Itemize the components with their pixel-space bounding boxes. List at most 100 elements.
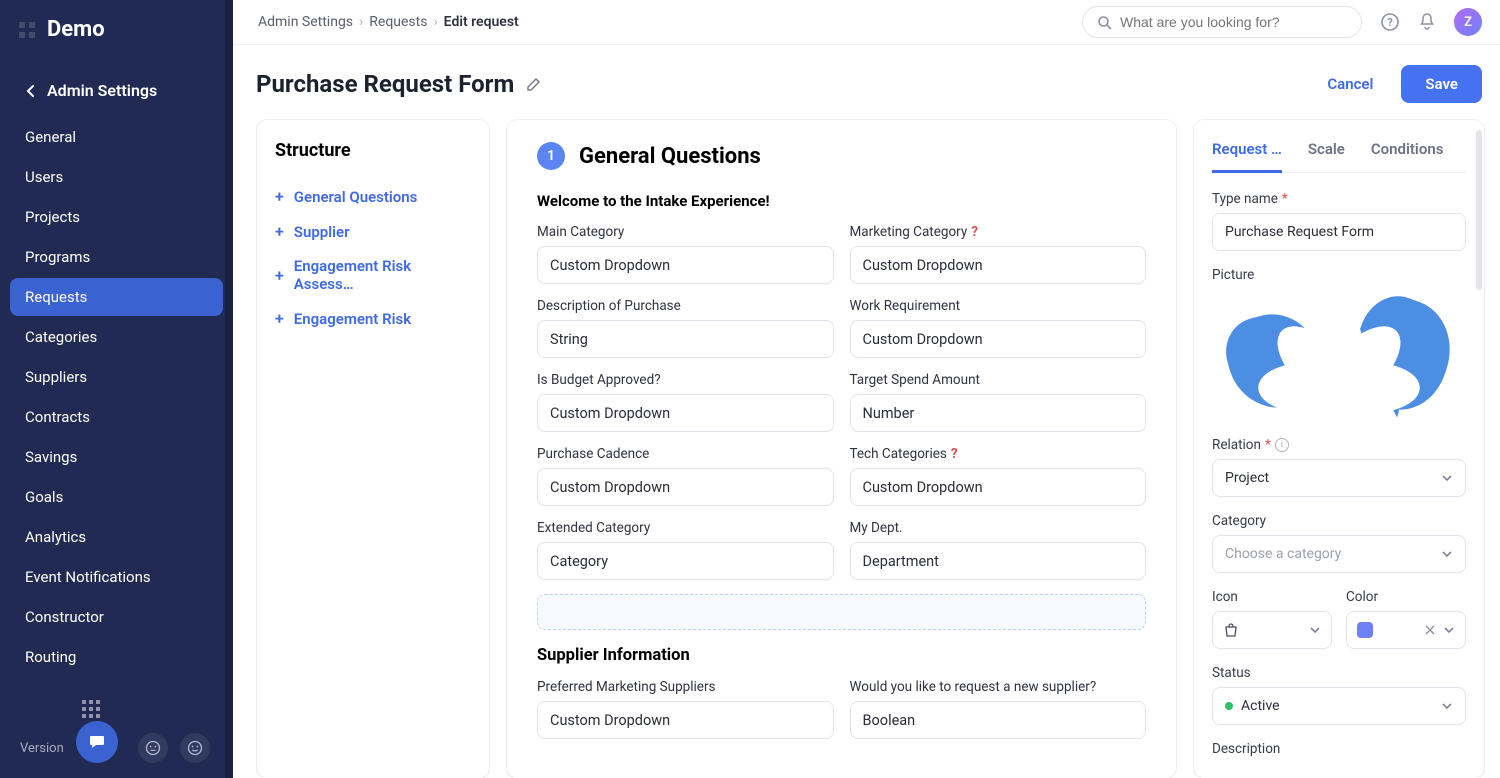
icon-select[interactable] [1212, 611, 1332, 649]
structure-item[interactable]: +Engagement Risk [275, 301, 471, 336]
field-value[interactable]: Custom Dropdown [850, 246, 1147, 284]
form-field[interactable]: Extended Category Category [537, 520, 834, 580]
relation-select[interactable]: Project [1212, 459, 1466, 497]
field-value[interactable]: Custom Dropdown [537, 394, 834, 432]
info-icon[interactable]: i [1275, 438, 1289, 452]
svg-text:?: ? [1387, 16, 1393, 29]
apps-grid-icon[interactable] [82, 700, 100, 718]
field-value[interactable]: Custom Dropdown [537, 468, 834, 506]
properties-panel: Request …ScaleConditions Type name* Purc… [1194, 120, 1484, 778]
chevron-down-icon [1443, 626, 1455, 634]
description-label: Description [1212, 741, 1280, 757]
emoji-neutral-icon[interactable] [138, 733, 168, 763]
field-value[interactable]: Custom Dropdown [850, 320, 1147, 358]
structure-item[interactable]: +General Questions [275, 179, 471, 214]
field-label-text: Work Requirement [850, 298, 961, 314]
sidebar-item-suppliers[interactable]: Suppliers [10, 358, 223, 396]
avatar[interactable]: Z [1454, 8, 1482, 36]
field-label-text: Extended Category [537, 520, 650, 536]
form-field[interactable]: Preferred Marketing SuppliersCustom Drop… [537, 679, 834, 739]
sidebar-item-event-notifications[interactable]: Event Notifications [10, 558, 223, 596]
picture-preview[interactable] [1212, 289, 1466, 421]
field-value[interactable]: Custom Dropdown [850, 468, 1147, 506]
logo-icon [17, 20, 37, 40]
structure-item[interactable]: +Engagement Risk Assess… [275, 249, 471, 301]
sidebar-item-routing[interactable]: Routing [10, 638, 223, 676]
field-value[interactable]: Custom Dropdown [537, 246, 834, 284]
sidebar-item-import[interactable]: Import [10, 678, 223, 690]
logo-text: Demo [47, 17, 105, 42]
chevron-left-icon [25, 84, 35, 98]
field-value[interactable]: Number [850, 394, 1147, 432]
breadcrumb-requests[interactable]: Requests [369, 14, 427, 30]
clear-icon[interactable] [1425, 625, 1435, 635]
structure-item[interactable]: +Supplier [275, 214, 471, 249]
relation-label: Relation [1212, 437, 1261, 453]
sidebar-item-goals[interactable]: Goals [10, 478, 223, 516]
section-badge: 1 [537, 142, 565, 170]
form-field[interactable]: Marketing Category?Custom Dropdown [850, 224, 1147, 284]
sidebar-item-categories[interactable]: Categories [10, 318, 223, 356]
structure-title: Structure [275, 140, 471, 161]
form-field[interactable]: Description of PurchaseString [537, 298, 834, 358]
help-icon[interactable]: ? [1380, 12, 1400, 32]
form-field[interactable]: My Dept.Department [850, 520, 1147, 580]
chevron-right-icon: › [359, 14, 363, 30]
form-field[interactable]: Would you like to request a new supplier… [850, 679, 1147, 739]
field-label-text: Would you like to request a new supplier… [850, 679, 1097, 695]
chevron-down-icon [1441, 550, 1453, 558]
tab-conditions[interactable]: Conditions [1371, 134, 1444, 172]
sidebar-item-general[interactable]: General [10, 118, 223, 156]
tab-scale[interactable]: Scale [1308, 134, 1345, 172]
breadcrumb-admin[interactable]: Admin Settings [258, 14, 353, 30]
field-label-text: Target Spend Amount [850, 372, 980, 388]
search-box[interactable] [1082, 6, 1362, 38]
field-value[interactable]: Department [850, 542, 1147, 580]
field-value[interactable]: String [537, 320, 834, 358]
sidebar-item-analytics[interactable]: Analytics [10, 518, 223, 556]
sidebar-item-programs[interactable]: Programs [10, 238, 223, 276]
cancel-button[interactable]: Cancel [1309, 65, 1391, 103]
sidebar-item-requests[interactable]: Requests [10, 278, 223, 316]
sidebar-item-users[interactable]: Users [10, 158, 223, 196]
sidebar-item-savings[interactable]: Savings [10, 438, 223, 476]
sidebar-item-constructor[interactable]: Constructor [10, 598, 223, 636]
logo[interactable]: Demo [0, 0, 233, 59]
form-field[interactable]: Tech Categories? Custom Dropdown [850, 446, 1147, 506]
edit-icon[interactable] [526, 76, 542, 92]
color-select[interactable] [1346, 611, 1466, 649]
category-select[interactable]: Choose a category [1212, 535, 1466, 573]
form-field[interactable]: Main CategoryCustom Dropdown [537, 224, 834, 284]
structure-panel: Structure +General Questions+Supplier+En… [257, 120, 489, 778]
field-value[interactable]: Boolean [850, 701, 1147, 739]
scrollbar[interactable] [1476, 130, 1482, 290]
breadcrumb-current: Edit request [444, 14, 519, 30]
field-value[interactable]: Custom Dropdown [537, 701, 834, 739]
sidebar-item-projects[interactable]: Projects [10, 198, 223, 236]
status-select[interactable]: Active [1212, 687, 1466, 725]
emoji-smile-icon[interactable] [180, 733, 210, 763]
sidebar-scrollbar[interactable] [225, 0, 233, 778]
sidebar-item-contracts[interactable]: Contracts [10, 398, 223, 436]
tab-request-[interactable]: Request … [1212, 134, 1282, 173]
form-field[interactable]: Target Spend Amount Number [850, 372, 1147, 432]
form-field[interactable]: Purchase CadenceCustom Dropdown [537, 446, 834, 506]
help-icon[interactable]: ? [951, 446, 958, 462]
help-icon[interactable]: ? [971, 224, 978, 240]
breadcrumb: Admin Settings › Requests › Edit request [258, 14, 519, 30]
icon-label: Icon [1212, 589, 1238, 605]
form-field[interactable]: Work Requirement Custom Dropdown [850, 298, 1147, 358]
type-name-input[interactable]: Purchase Request Form [1212, 213, 1466, 251]
back-label: Admin Settings [47, 81, 157, 100]
chat-icon[interactable] [76, 721, 118, 763]
shopping-bag-icon [1223, 622, 1239, 638]
field-label-text: Tech Categories [850, 446, 947, 462]
back-to-admin[interactable]: Admin Settings [0, 69, 233, 110]
field-value[interactable]: Category [537, 542, 834, 580]
save-button[interactable]: Save [1401, 65, 1482, 103]
form-field[interactable]: Is Budget Approved?Custom Dropdown [537, 372, 834, 432]
search-input[interactable] [1120, 14, 1347, 30]
bell-icon[interactable] [1418, 12, 1436, 32]
plus-icon: + [275, 187, 284, 206]
field-dropzone[interactable] [537, 594, 1146, 630]
